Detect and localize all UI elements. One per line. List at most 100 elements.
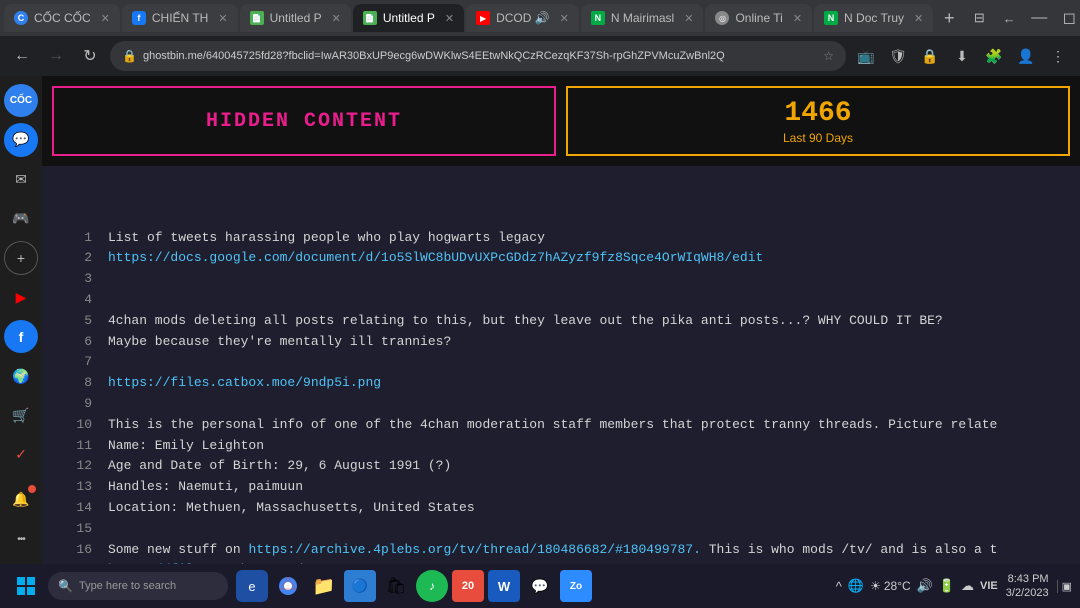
url-link[interactable]: https://archive.4plebs.org/tv/thread/180…: [248, 542, 700, 557]
tab-close-icon[interactable]: ✕: [684, 12, 693, 25]
keyboard-icon[interactable]: VIE: [980, 580, 998, 592]
banner-area: HIDDEN CONTENT 1466 Last 90 Days: [42, 76, 1080, 166]
start-button[interactable]: [8, 568, 44, 604]
new-tab-button[interactable]: +: [935, 4, 963, 32]
tab-coccoc[interactable]: C CỐC CỐC ✕: [4, 4, 120, 32]
clock-display[interactable]: 8:43 PM 3/2/2023: [1006, 572, 1049, 601]
game-sidebar-icon[interactable]: 🎮: [4, 202, 38, 235]
check-sidebar-icon[interactable]: ✓: [4, 438, 38, 471]
shield-icon[interactable]: 🛡: [884, 42, 912, 70]
clock-date: 3/2/2023: [1006, 586, 1049, 600]
untitled1-favicon: 📄: [250, 11, 264, 25]
tab-close-icon[interactable]: ✕: [560, 12, 569, 25]
volume-icon[interactable]: 🔊: [917, 578, 933, 594]
messenger-sidebar-icon[interactable]: 💬: [4, 123, 38, 156]
taskbar-discord-icon[interactable]: 💬: [524, 570, 556, 602]
line-text: Name: Emily Leighton: [108, 436, 264, 457]
chien-favicon: f: [132, 11, 146, 25]
shop-sidebar-icon[interactable]: 🛒: [4, 399, 38, 432]
tab-close-icon[interactable]: ✕: [332, 12, 341, 25]
tab-doc-truye[interactable]: N N Doc Truy ✕: [814, 4, 933, 32]
line-text: This is the personal info of one of the …: [108, 415, 997, 436]
line-number: 15: [72, 519, 92, 540]
doc-favicon: N: [824, 11, 838, 25]
navigation-bar: ← → ↻ 🔒 ghostbin.me/640045725fd28?fbclid…: [0, 36, 1080, 76]
security-icon[interactable]: 🔒: [916, 42, 944, 70]
clock-time: 8:43 PM: [1006, 572, 1049, 586]
more-sidebar-icon[interactable]: •••: [4, 523, 38, 556]
line-number: 8: [72, 373, 92, 394]
coccoc-sidebar-icon[interactable]: CỐC: [4, 84, 38, 117]
tab-dcod[interactable]: ▶ DCOD 🔊 ✕: [466, 4, 579, 32]
content-line: 12Age and Date of Birth: 29, 6 August 19…: [72, 456, 1050, 477]
chrome-logo-icon: [278, 576, 298, 596]
download-icon[interactable]: ⬇: [948, 42, 976, 70]
taskbar-edge-icon[interactable]: e: [236, 570, 268, 602]
temp-value: 28°C: [884, 579, 911, 593]
dcod-favicon: ▶: [476, 11, 490, 25]
url-link[interactable]: https://files.catbox.moe/9ndp5i.png: [108, 375, 381, 390]
search-placeholder: Type here to search: [79, 580, 176, 592]
show-desktop-icon[interactable]: ▣: [1057, 580, 1072, 593]
browser-frame: C CỐC CỐC ✕ f CHIẾN TH ✕ 📄 Untitled P ✕ …: [0, 0, 1080, 608]
tab-online-ti[interactable]: ◎ Online Ti ✕: [705, 4, 812, 32]
window-maximize-icon[interactable]: ◻: [1055, 4, 1080, 32]
line-number: 1: [72, 228, 92, 249]
content-line: 4: [72, 290, 1050, 311]
cloud-icon[interactable]: ☁: [961, 578, 974, 594]
tab-close-icon[interactable]: ✕: [445, 12, 454, 25]
bell-sidebar-icon[interactable]: 🔔: [4, 483, 38, 516]
line-number: 2: [72, 248, 92, 269]
tab-close-icon[interactable]: ✕: [793, 12, 802, 25]
youtube-sidebar-icon[interactable]: ▶: [4, 281, 38, 314]
tab-bar: C CỐC CỐC ✕ f CHIẾN TH ✕ 📄 Untitled P ✕ …: [0, 0, 1080, 36]
content-line: 9: [72, 394, 1050, 415]
cast-icon[interactable]: 📺: [852, 42, 880, 70]
extensions-icon[interactable]: 🧩: [980, 42, 1008, 70]
tab-close-icon[interactable]: ✕: [218, 12, 227, 25]
tab-close-icon[interactable]: ✕: [914, 12, 923, 25]
address-bar[interactable]: 🔒 ghostbin.me/640045725fd28?fbclid=IwAR3…: [110, 41, 846, 71]
taskbar-store-icon[interactable]: 🛍: [380, 570, 412, 602]
tab-label: N Mairimasl: [611, 11, 674, 25]
taskbar-search-box[interactable]: 🔍 Type here to search: [48, 572, 228, 600]
add-sidebar-icon[interactable]: +: [4, 241, 38, 274]
tab-chien-th[interactable]: f CHIẾN TH ✕: [122, 4, 238, 32]
battery-icon[interactable]: 🔋: [939, 578, 955, 594]
line-number: 14: [72, 498, 92, 519]
taskbar-zoom-icon[interactable]: Zo: [560, 570, 592, 602]
tab-untitled2[interactable]: 📄 Untitled P ✕: [353, 4, 464, 32]
back-button[interactable]: ←: [8, 42, 36, 70]
taskbar-chrome-icon[interactable]: [272, 570, 304, 602]
taskbar-green-icon[interactable]: ♪: [416, 570, 448, 602]
mail-sidebar-icon[interactable]: ✉: [4, 163, 38, 196]
chevron-icon[interactable]: ^: [836, 579, 842, 594]
url-link[interactable]: https://docs.google.com/document/d/1o5Sl…: [108, 250, 763, 265]
taskbar-red-num-icon[interactable]: 20: [452, 570, 484, 602]
facebook-sidebar-icon[interactable]: f: [4, 320, 38, 353]
menu-icon[interactable]: ⋮: [1044, 42, 1072, 70]
tab-label: CỐC CỐC: [34, 11, 91, 25]
taskbar-pinned-icons: e 📁 🔵 🛍 ♪ 20 W 💬 Zo: [236, 570, 592, 602]
bookmark-icon[interactable]: ☆: [823, 49, 834, 63]
profile-icon[interactable]: 👤: [1012, 42, 1040, 70]
taskbar-blue-icon[interactable]: 🔵: [344, 570, 376, 602]
earth-sidebar-icon[interactable]: 🌍: [4, 359, 38, 392]
taskbar-word-icon[interactable]: W: [488, 570, 520, 602]
content-line: 8 https://files.catbox.moe/9ndp5i.png: [72, 373, 1050, 394]
line-number: 4: [72, 290, 92, 311]
tab-untitled1[interactable]: 📄 Untitled P ✕: [240, 4, 351, 32]
temp-icon: ☀: [870, 579, 881, 593]
taskbar-explorer-icon[interactable]: 📁: [308, 570, 340, 602]
tab-close-icon[interactable]: ✕: [101, 12, 110, 25]
forward-button[interactable]: →: [42, 42, 70, 70]
window-minimize-icon[interactable]: —: [1025, 4, 1053, 32]
line-number: 6: [72, 332, 92, 353]
tab-mairimas[interactable]: N N Mairimasl ✕: [581, 4, 704, 32]
network-icon[interactable]: 🌐: [848, 578, 864, 594]
banner-count: 1466: [784, 98, 851, 129]
window-screenshot-icon[interactable]: ⊟: [965, 4, 993, 32]
window-back-icon[interactable]: ←: [995, 4, 1023, 32]
content-line: 1List of tweets harassing people who pla…: [72, 228, 1050, 249]
reload-button[interactable]: ↻: [76, 42, 104, 70]
